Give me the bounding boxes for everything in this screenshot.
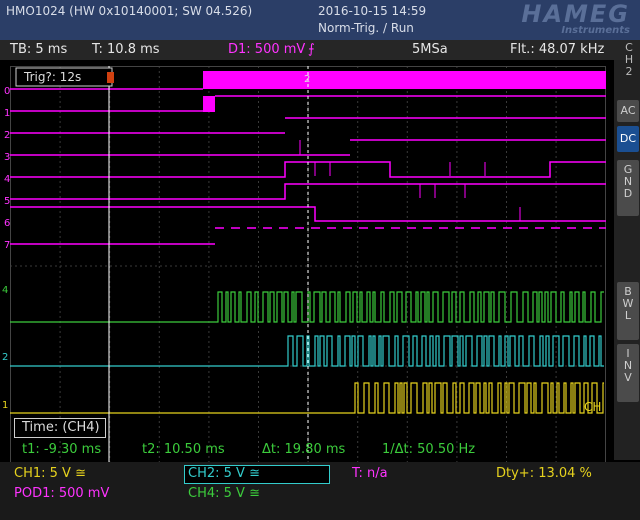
trigger-mode: Norm-Trig. / Run <box>318 21 414 35</box>
status-bar: TB: 5 ms T: 10.8 ms D1: 500 mV ⨍ 5MSa Fl… <box>0 40 640 60</box>
time-offset[interactable]: T: 10.8 ms <box>92 42 160 57</box>
filter-readout: Flt.: 48.07 kHz <box>510 42 605 57</box>
ch1-setting[interactable]: CH1: 5 V ≅ <box>14 466 86 481</box>
sample-rate: 5MSa <box>412 42 448 57</box>
ch-tag: CH <box>584 400 601 414</box>
waveform-display[interactable]: Trig?: 12s 2 CH <box>10 66 606 466</box>
brand-logo: HAMEG Instruments <box>452 2 630 36</box>
digital-label-6: 6 <box>4 218 11 229</box>
datetime: 2016-10-15 14:59 <box>318 4 427 18</box>
cursor-dt-readout: Δt: 19.80 ms <box>262 442 346 457</box>
digital-label-0: 0 <box>4 86 11 97</box>
ac-button[interactable]: AC <box>617 100 639 122</box>
digital-label-2: 2 <box>4 130 11 141</box>
pod1-setting[interactable]: POD1: 500 mV <box>14 486 109 501</box>
d0-busy-block <box>203 71 606 89</box>
digital-label-4: 4 <box>4 174 11 185</box>
cursor-inv-dt-readout: 1/Δt: 50.50 Hz <box>382 442 476 457</box>
inv-button[interactable]: I N V <box>617 344 639 402</box>
cursor-readout: Time: (CH4) t1: -9.30 ms t2: 10.50 ms Δt… <box>14 418 608 462</box>
trigger-marker-icon <box>107 72 114 83</box>
trigger-edge-icon: ⨍ <box>308 42 315 57</box>
dc-button[interactable]: DC <box>617 126 639 152</box>
time-source-label: Time: (CH4) <box>22 420 100 435</box>
device-info: HMO1024 (HW 0x10140001; SW 04.526) <box>6 4 253 18</box>
title-bar: HMO1024 (HW 0x10140001; SW 04.526) 2016-… <box>0 0 640 40</box>
trigger-source[interactable]: D1: 500 mV <box>228 42 305 57</box>
gnd-button[interactable]: G N D <box>617 160 639 216</box>
cursor-marker-2: 2 <box>304 74 310 85</box>
t-readout: T: n/a <box>352 466 388 481</box>
digital-label-5: 5 <box>4 196 11 207</box>
ch2-setting[interactable]: CH2: 5 V ≅ <box>188 466 260 481</box>
timebase[interactable]: TB: 5 ms <box>10 42 67 57</box>
ch4-setting[interactable]: CH4: 5 V ≅ <box>188 486 260 501</box>
ch1-ground-marker[interactable]: 1 <box>2 400 8 411</box>
bwl-button[interactable]: B W L <box>617 282 639 340</box>
ch4-ground-marker[interactable]: 4 <box>2 285 8 296</box>
digital-label-7: 7 <box>4 240 11 251</box>
brand-name: HAMEG <box>521 0 630 28</box>
trig-label: Trig?: 12s <box>23 70 81 84</box>
digital-label-1: 1 <box>4 108 11 119</box>
digital-label-column: 0 1 2 3 4 5 6 7 <box>4 81 14 257</box>
channel-footer: CH1: 5 V ≅ CH2: 5 V ≅ T: n/a Dty+: 13.04… <box>0 462 640 520</box>
cursor-t1-readout: t1: -9.30 ms <box>22 442 102 457</box>
ch2-ground-marker[interactable]: 2 <box>2 352 8 363</box>
duty-readout: Dty+: 13.04 % <box>496 466 592 481</box>
digital-label-3: 3 <box>4 152 11 163</box>
channel-indicator: C H 2 <box>619 42 639 78</box>
cursor-t2-readout: t2: 10.50 ms <box>142 442 225 457</box>
channel-number: 2 <box>625 65 633 78</box>
d1-pulse <box>203 96 215 112</box>
